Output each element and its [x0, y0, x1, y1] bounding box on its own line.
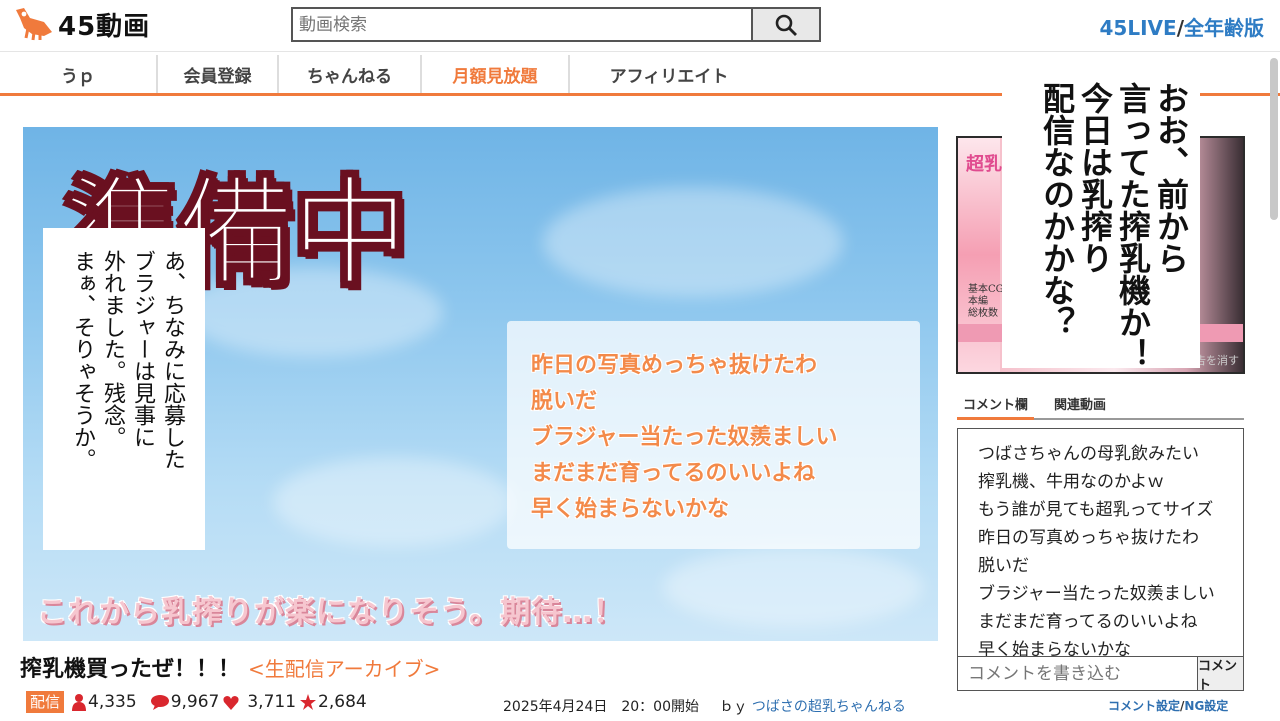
nav-register[interactable]: 会員登録	[158, 55, 279, 93]
comment-input[interactable]	[957, 656, 1198, 691]
video-title-text: 搾乳機買ったぜ！！！	[20, 657, 241, 682]
live-badge: 配信	[26, 691, 65, 713]
overlay-comment: 早く始まらないかな	[531, 497, 730, 522]
comment-list[interactable]: つばさちゃんの母乳飲みたい 搾乳機、牛用なのかよｗ もう誰が見ても超乳ってサイズ…	[957, 428, 1244, 658]
live-link[interactable]: 45LIVE	[1100, 16, 1177, 40]
nav-channel[interactable]: ちゃんねる	[279, 55, 422, 93]
comment-item: ブラジャー当たった奴羨ましい	[978, 584, 1215, 604]
comment-item: つばさちゃんの母乳飲みたい	[978, 444, 1199, 464]
nav-upload[interactable]: うｐ	[0, 55, 158, 93]
ng-settings-link[interactable]: NG設定	[1184, 699, 1228, 713]
speech-text: あ、ちなみに応募した ブラジャーは見事に 外れました。残念。 まぁ、そりゃそうか…	[70, 250, 185, 470]
fish-logo-icon	[14, 6, 54, 42]
favorites-count: 2,684	[318, 692, 367, 712]
header: 45動画 45LIVE/全年齢版	[0, 0, 1280, 52]
nav-affiliate[interactable]: アフィリエイト	[570, 55, 768, 93]
search-button[interactable]	[751, 7, 821, 42]
comment-settings-links: コメント設定/NG設定	[1108, 697, 1228, 714]
comment-item: 脱いだ	[978, 556, 1029, 576]
channel-link[interactable]: つばさの超乳ちゃんねる	[752, 699, 906, 715]
tab-related[interactable]: 関連動画	[1048, 390, 1112, 420]
ad-small-text: 基本CG 本編 総枚数	[968, 284, 1004, 319]
search-icon	[775, 14, 797, 36]
broadcast-date: 2025年4月24日 20：00開始	[503, 699, 699, 715]
overlay-comments: 昨日の写真めっちゃ抜けたわ 脱いだ ブラジャー当たった奴羨ましい まだまだ育って…	[507, 321, 920, 549]
speech-bubble-left: あ、ちなみに応募した ブラジャーは見事に 外れました。残念。 まぁ、そりゃそうか…	[43, 228, 205, 550]
comments-stat: 9,967	[150, 692, 220, 712]
likes-count: 3,711	[247, 692, 297, 712]
comment-item: まだまだ育ってるのいいよね	[978, 612, 1198, 632]
views-count: 4,335	[88, 692, 137, 712]
comment-item: 早く始まらないかな	[978, 640, 1131, 658]
page-scrollbar[interactable]	[1270, 58, 1278, 220]
comment-item: もう誰が見ても超乳ってサイズ	[978, 500, 1214, 520]
star-icon	[300, 694, 317, 710]
search-bar	[291, 7, 821, 42]
nav-monthly[interactable]: 月額見放題	[422, 55, 570, 93]
video-meta: 2025年4月24日 20：00開始 ｂｙ つばさの超乳ちゃんねる	[503, 696, 906, 716]
site-logo[interactable]: 45動画	[14, 4, 150, 44]
comment-item: 昨日の写真めっちゃ抜けたわ	[978, 528, 1199, 548]
overlay-comment: 昨日の写真めっちゃ抜けたわ	[531, 353, 818, 378]
by-label: ｂｙ	[719, 699, 748, 715]
ad-speech-text: おお、前から 言ってた搾乳機か！ 今日は乳搾り 配信なのかかな？	[1038, 82, 1190, 370]
ad-title: 超乳	[966, 154, 1002, 175]
favorites-stat: 2,684	[300, 692, 367, 712]
video-title: 搾乳機買ったぜ！！！ <生配信アーカイブ>	[20, 651, 440, 683]
live-links: 45LIVE/全年齢版	[1100, 12, 1264, 41]
overlay-comment: まだまだ育ってるのいいよね	[531, 461, 816, 486]
ad-speech-bubble: おお、前から 言ってた搾乳機か！ 今日は乳搾り 配信なのかかな？	[1002, 76, 1200, 370]
views-stat: 4,335	[72, 692, 137, 712]
all-ages-link[interactable]: 全年齢版	[1184, 16, 1264, 40]
video-player[interactable]: 準備中 あ、ちなみに応募した ブラジャーは見事に 外れました。残念。 まぁ、そり…	[23, 127, 938, 641]
video-subtitle[interactable]: <生配信アーカイブ>	[248, 657, 440, 681]
comment-settings-link[interactable]: コメント設定	[1108, 699, 1180, 713]
likes-stat: 3,711	[223, 692, 296, 712]
logo-text: 45動画	[58, 11, 151, 42]
comment-form: コメント	[957, 656, 1244, 693]
heart-icon	[223, 695, 239, 710]
comment-bubble-icon	[150, 694, 169, 710]
video-stats: 配信 4,335 9,967 3,711 2,684	[26, 691, 371, 713]
live-separator: /	[1176, 16, 1184, 40]
bottom-caption: これから乳搾りが楽になりそう。期待…！	[37, 595, 625, 630]
comment-submit-button[interactable]: コメント	[1198, 656, 1244, 693]
overlay-comment: 脱いだ	[531, 389, 598, 414]
comments-count: 9,967	[170, 692, 220, 712]
search-input[interactable]	[291, 7, 751, 42]
person-icon	[72, 693, 87, 711]
comment-tabs: コメント欄 関連動画	[957, 390, 1244, 420]
comment-item: 搾乳機、牛用なのかよｗ	[978, 472, 1165, 492]
tab-comments[interactable]: コメント欄	[957, 390, 1035, 420]
overlay-comment: ブラジャー当たった奴羨ましい	[531, 425, 838, 450]
